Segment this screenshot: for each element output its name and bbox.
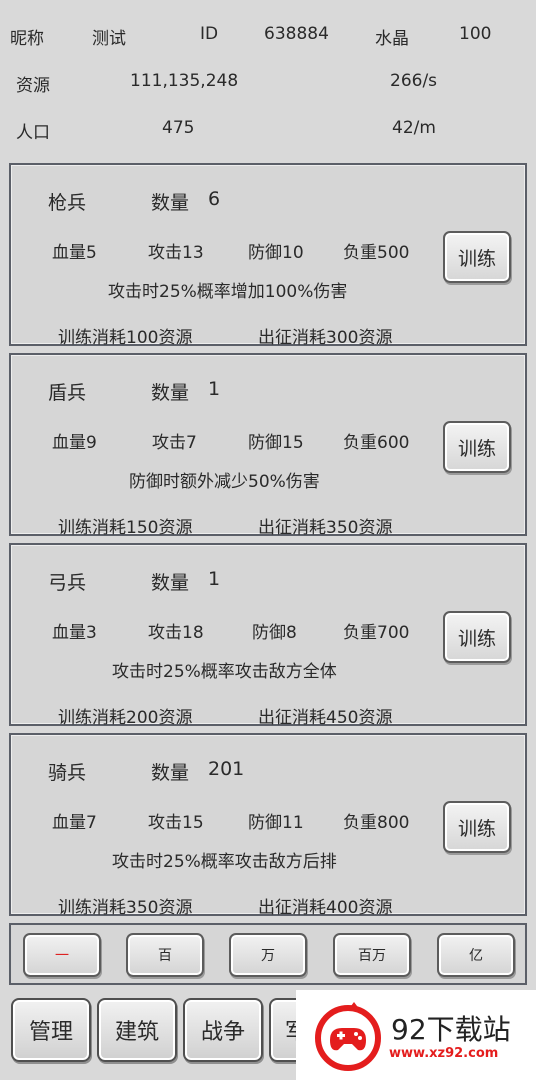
id-label: ID xyxy=(200,24,219,44)
population-rate: 42/m xyxy=(392,118,436,138)
unit-name: 枪兵 xyxy=(48,192,87,214)
crystal-label: 水晶 xyxy=(375,29,409,49)
unit-description: 攻击时25%概率攻击敌方后排 xyxy=(112,852,337,872)
unit-defense: 防御10 xyxy=(248,243,304,263)
site-watermark: 92下载站 www.xz92.com xyxy=(296,990,536,1080)
unit-count-label: 数量 xyxy=(151,192,190,214)
gamepad-logo-icon xyxy=(315,1002,381,1071)
unit-description: 攻击时25%概率攻击敌方全体 xyxy=(112,662,337,682)
resource-value: 111,135,248 xyxy=(130,71,239,91)
unit-march-cost: 出征消耗400资源 xyxy=(258,898,393,918)
unit-count: 1 xyxy=(208,378,221,400)
unit-load: 负重800 xyxy=(343,813,410,833)
population-label: 人口 xyxy=(16,123,50,143)
watermark-title: 92下载站 xyxy=(391,1013,511,1046)
unit-train-cost: 训练消耗350资源 xyxy=(58,898,193,918)
unit-name: 弓兵 xyxy=(48,572,87,594)
nav-building-button[interactable]: 建筑 xyxy=(97,998,177,1062)
population-value: 475 xyxy=(162,118,195,138)
unit-attack: 攻击13 xyxy=(148,243,204,263)
unit-load: 负重600 xyxy=(343,433,410,453)
resource-rate: 266/s xyxy=(390,71,438,91)
unit-attack: 攻击18 xyxy=(148,623,204,643)
watermark-url: www.xz92.com xyxy=(389,1046,499,1061)
unit-name: 骑兵 xyxy=(48,762,87,784)
unit-count: 1 xyxy=(208,568,221,590)
unit-attack: 攻击7 xyxy=(152,433,197,453)
unit-card-cavalry: 骑兵 数量 201 血量7 攻击15 防御11 负重800 攻击时25%概率攻击… xyxy=(9,733,527,918)
multiplier-one-button[interactable]: 一 xyxy=(23,933,101,977)
unit-card-archer: 弓兵 数量 1 血量3 攻击18 防御8 负重700 攻击时25%概率攻击敌方全… xyxy=(9,543,527,728)
resource-label: 资源 xyxy=(16,76,50,96)
unit-count: 201 xyxy=(208,758,245,780)
nav-manage-button[interactable]: 管理 xyxy=(11,998,91,1062)
unit-card-spearman: 枪兵 数量 6 血量5 攻击13 防御10 负重500 攻击时25%概率增加10… xyxy=(9,163,527,348)
unit-count-label: 数量 xyxy=(151,572,190,594)
unit-description: 防御时额外减少50%伤害 xyxy=(129,472,320,492)
unit-defense: 防御8 xyxy=(252,623,297,643)
unit-train-cost: 训练消耗100资源 xyxy=(58,328,193,348)
unit-hp: 血量7 xyxy=(52,813,97,833)
unit-load: 负重500 xyxy=(343,243,410,263)
unit-card-shieldman: 盾兵 数量 1 血量9 攻击7 防御15 负重600 防御时额外减少50%伤害 … xyxy=(9,353,527,538)
multiplier-ten-thousand-button[interactable]: 万 xyxy=(229,933,307,977)
unit-count-label: 数量 xyxy=(151,382,190,404)
train-button[interactable]: 训练 xyxy=(443,421,511,473)
unit-load: 负重700 xyxy=(343,623,410,643)
unit-march-cost: 出征消耗350资源 xyxy=(258,518,393,538)
unit-train-cost: 训练消耗200资源 xyxy=(58,708,193,728)
unit-hp: 血量3 xyxy=(52,623,97,643)
train-button[interactable]: 训练 xyxy=(443,611,511,663)
unit-defense: 防御11 xyxy=(248,813,304,833)
unit-hp: 血量9 xyxy=(52,433,97,453)
unit-train-cost: 训练消耗150资源 xyxy=(58,518,193,538)
crystal-value: 100 xyxy=(459,24,492,44)
unit-attack: 攻击15 xyxy=(148,813,204,833)
unit-hp: 血量5 xyxy=(52,243,97,263)
multiplier-million-button[interactable]: 百万 xyxy=(333,933,411,977)
train-button[interactable]: 训练 xyxy=(443,801,511,853)
unit-march-cost: 出征消耗300资源 xyxy=(258,328,393,348)
unit-count: 6 xyxy=(208,188,221,210)
multiplier-bar: 一 百 万 百万 亿 xyxy=(9,923,527,985)
nickname-label: 昵称 xyxy=(10,29,44,49)
unit-count-label: 数量 xyxy=(151,762,190,784)
nickname-value: 测试 xyxy=(92,29,126,49)
train-button[interactable]: 训练 xyxy=(443,231,511,283)
unit-march-cost: 出征消耗450资源 xyxy=(258,708,393,728)
multiplier-hundred-button[interactable]: 百 xyxy=(126,933,204,977)
nav-war-button[interactable]: 战争 xyxy=(183,998,263,1062)
unit-description: 攻击时25%概率增加100%伤害 xyxy=(108,282,348,302)
multiplier-hundred-million-button[interactable]: 亿 xyxy=(437,933,515,977)
unit-defense: 防御15 xyxy=(248,433,304,453)
unit-name: 盾兵 xyxy=(48,382,87,404)
id-value: 638884 xyxy=(264,24,329,44)
